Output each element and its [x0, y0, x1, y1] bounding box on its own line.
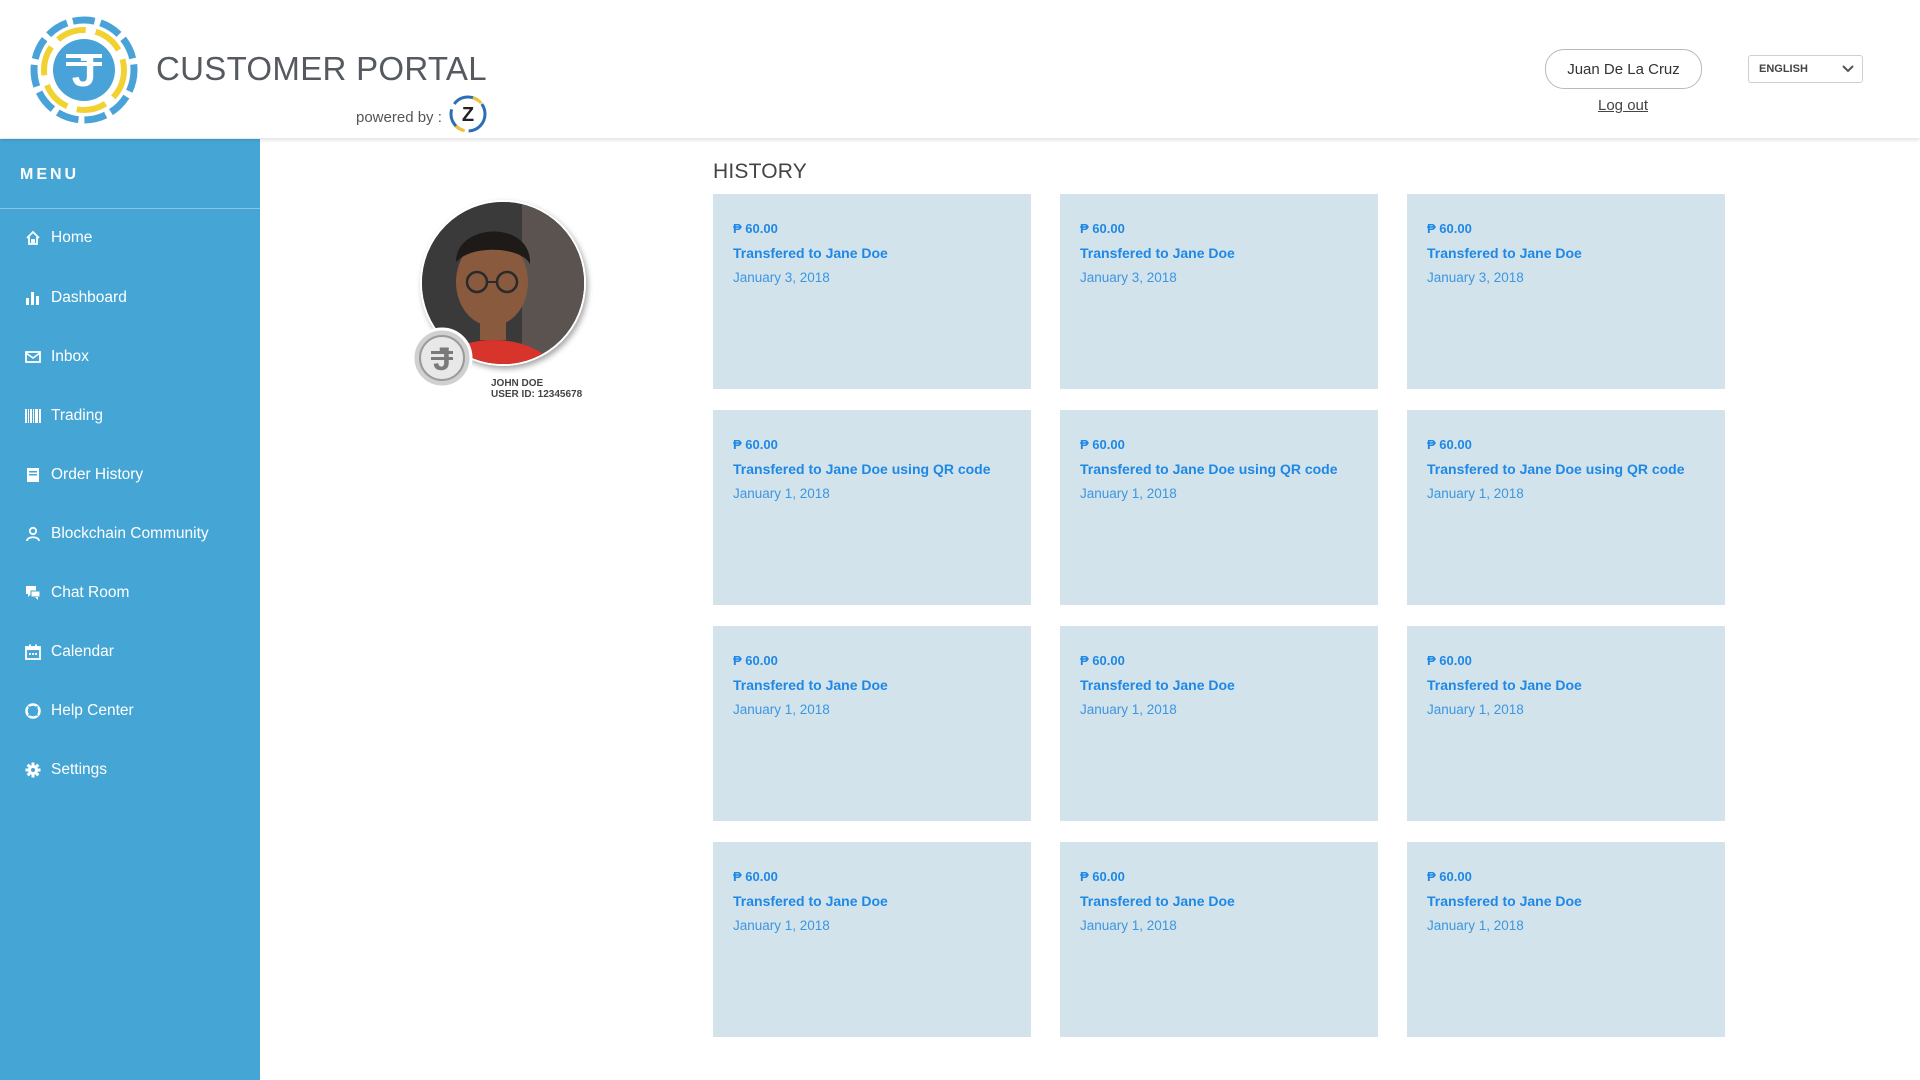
history-amount: ₱ 60.00	[1080, 653, 1125, 668]
sidebar: MENU Home Dashboard Inbox Trading Order …	[0, 139, 260, 1080]
sidebar-item-dashboard[interactable]: Dashboard	[0, 278, 260, 318]
history-date: January 3, 2018	[1427, 270, 1524, 285]
powered-by: powered by : Z	[356, 95, 488, 134]
profile-user-id: USER ID: 12345678	[491, 389, 583, 400]
barcode-icon	[24, 407, 42, 425]
history-date: January 1, 2018	[1080, 486, 1177, 501]
sidebar-item-label: Inbox	[51, 348, 89, 365]
lifebuoy-icon	[24, 702, 42, 720]
history-card[interactable]: ₱ 60.00 Transfered to Jane Doe January 3, …	[1060, 194, 1378, 389]
history-card[interactable]: ₱ 60.00 Transfered to Jane Doe January 1, …	[713, 626, 1031, 821]
history-description: Transfered to Jane Doe	[1080, 245, 1235, 261]
history-card[interactable]: ₱ 60.00 Transfered to Jane Doe using QR c…	[713, 410, 1031, 605]
history-title: HISTORY	[713, 160, 807, 183]
history-amount: ₱ 60.00	[1427, 653, 1472, 668]
sidebar-item-trading[interactable]: Trading	[0, 396, 260, 436]
coin-badge-icon: J	[411, 327, 473, 389]
history-description: Transfered to Jane Doe	[1427, 245, 1582, 261]
sidebar-item-label: Dashboard	[51, 289, 127, 306]
menu-heading: MENU	[0, 139, 260, 209]
history-amount: ₱ 60.00	[733, 653, 778, 668]
history-date: January 3, 2018	[733, 270, 830, 285]
top-header: J CUSTOMER PORTAL powered by : Z Juan De…	[0, 0, 1920, 138]
sidebar-item-label: Order History	[51, 466, 144, 483]
receipt-icon	[24, 466, 42, 484]
user-account-button[interactable]: Juan De La Cruz	[1545, 49, 1702, 89]
history-card[interactable]: ₱ 60.00 Transfered to Jane Doe using QR c…	[1060, 410, 1378, 605]
history-amount: ₱ 60.00	[733, 221, 778, 236]
sidebar-item-settings[interactable]: Settings	[0, 750, 260, 790]
history-date: January 3, 2018	[1080, 270, 1177, 285]
history-date: January 1, 2018	[733, 702, 830, 717]
logout-link[interactable]: Log out	[1598, 97, 1648, 114]
history-description: Transfered to Jane Doe using QR code	[1427, 461, 1685, 477]
history-amount: ₱ 60.00	[1080, 869, 1125, 884]
calendar-icon	[24, 643, 42, 661]
history-date: January 1, 2018	[1427, 702, 1524, 717]
envelope-icon	[24, 348, 42, 366]
sidebar-item-label: Help Center	[51, 702, 134, 719]
history-card[interactable]: ₱ 60.00 Transfered to Jane Doe January 1, …	[1060, 842, 1378, 1037]
history-card[interactable]: ₱ 60.00 Transfered to Jane Doe January 1, …	[1407, 626, 1725, 821]
profile-info: JOHN DOE USER ID: 12345678	[491, 378, 582, 400]
sidebar-item-chat-room[interactable]: Chat Room	[0, 573, 260, 613]
language-value: ENGLISH	[1759, 63, 1808, 75]
history-amount: ₱ 60.00	[1080, 437, 1125, 452]
history-card[interactable]: ₱ 60.00 Transfered to Jane Doe January 1, …	[713, 842, 1031, 1037]
sidebar-item-order-history[interactable]: Order History	[0, 455, 260, 495]
history-amount: ₱ 60.00	[1080, 221, 1125, 236]
history-description: Transfered to Jane Doe using QR code	[733, 461, 991, 477]
sidebar-item-calendar[interactable]: Calendar	[0, 632, 260, 672]
sidebar-item-label: Calendar	[51, 643, 114, 660]
sidebar-item-blockchain-community[interactable]: Blockchain Community	[0, 514, 260, 554]
history-date: January 1, 2018	[1427, 486, 1524, 501]
history-amount: ₱ 60.00	[1427, 437, 1472, 452]
sidebar-item-label: Home	[51, 229, 93, 246]
history-description: Transfered to Jane Doe	[1427, 677, 1582, 693]
history-date: January 1, 2018	[733, 486, 830, 501]
history-description: Transfered to Jane Doe	[733, 893, 888, 909]
history-date: January 1, 2018	[1080, 918, 1177, 933]
history-amount: ₱ 60.00	[1427, 869, 1472, 884]
chat-icon	[24, 584, 42, 602]
powered-by-label: powered by :	[356, 108, 442, 126]
app-title: CUSTOMER PORTAL	[156, 50, 487, 87]
history-card[interactable]: ₱ 60.00 Transfered to Jane Doe January 3, …	[713, 194, 1031, 389]
sidebar-item-home[interactable]: Home	[0, 218, 260, 258]
z-brand-icon: Z	[449, 95, 487, 133]
history-amount: ₱ 60.00	[733, 869, 778, 884]
history-card[interactable]: ₱ 60.00 Transfered to Jane Doe using QR c…	[1407, 410, 1725, 605]
sidebar-item-help-center[interactable]: Help Center	[0, 691, 260, 731]
sidebar-item-label: Chat Room	[51, 584, 130, 601]
chevron-down-icon	[1842, 65, 1854, 73]
gear-icon	[24, 761, 42, 779]
history-description: Transfered to Jane Doe	[1080, 677, 1235, 693]
home-icon	[24, 229, 42, 247]
history-description: Transfered to Jane Doe	[733, 677, 888, 693]
svg-text:Z: Z	[462, 104, 474, 126]
history-card[interactable]: ₱ 60.00 Transfered to Jane Doe January 1, …	[1060, 626, 1378, 821]
history-description: Transfered to Jane Doe	[1080, 893, 1235, 909]
portal-logo[interactable]: J	[28, 14, 140, 126]
history-description: Transfered to Jane Doe using QR code	[1080, 461, 1338, 477]
sidebar-item-label: Blockchain Community	[51, 525, 209, 542]
profile-card: J	[411, 200, 588, 400]
history-date: January 1, 2018	[1427, 918, 1524, 933]
sidebar-item-inbox[interactable]: Inbox	[0, 337, 260, 377]
sidebar-item-label: Settings	[51, 761, 108, 778]
history-description: Transfered to Jane Doe	[733, 245, 888, 261]
sidebar-item-label: Trading	[51, 407, 103, 424]
history-card[interactable]: ₱ 60.00 Transfered to Jane Doe January 3, …	[1407, 194, 1725, 389]
history-description: Transfered to Jane Doe	[1427, 893, 1582, 909]
history-card[interactable]: ₱ 60.00 Transfered to Jane Doe January 1, …	[1407, 842, 1725, 1037]
history-amount: ₱ 60.00	[1427, 221, 1472, 236]
person-icon	[24, 525, 42, 543]
history-date: January 1, 2018	[733, 918, 830, 933]
language-select[interactable]: ENGLISH	[1748, 55, 1863, 83]
history-date: January 1, 2018	[1080, 702, 1177, 717]
profile-name: JOHN DOE	[491, 378, 544, 389]
history-amount: ₱ 60.00	[733, 437, 778, 452]
bar-chart-icon	[24, 289, 42, 307]
